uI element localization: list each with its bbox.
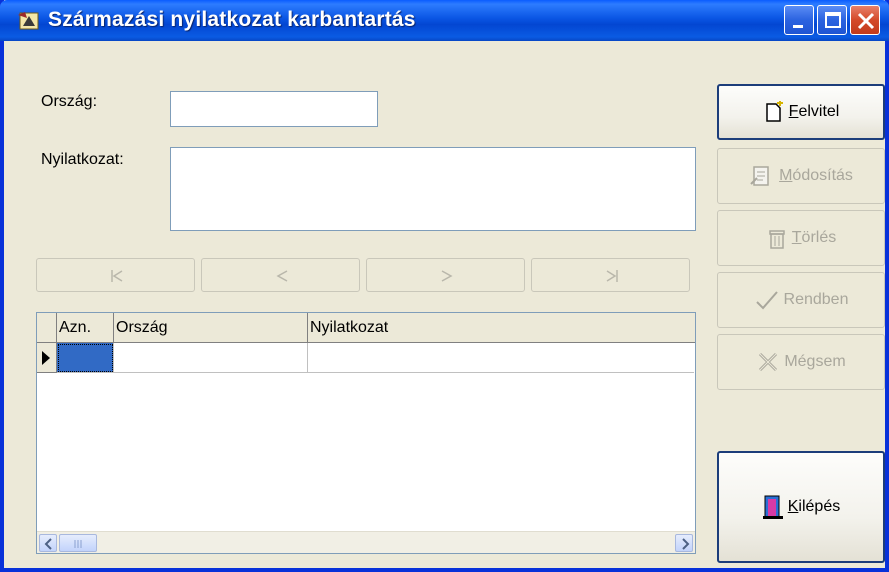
- maximize-icon: [825, 12, 841, 28]
- chevron-left-icon: [44, 538, 52, 550]
- felvitel-label: elvitel: [798, 103, 840, 120]
- megsem-label: Mégsem: [784, 353, 846, 370]
- indicator-header: [37, 313, 57, 343]
- next-record-icon: [441, 270, 453, 282]
- declaration-label: Nyilatkozat:: [41, 151, 124, 168]
- column-header-azn[interactable]: Azn.: [57, 313, 114, 343]
- kilepes-accel: K: [787, 498, 799, 515]
- last-record-button[interactable]: [531, 258, 690, 292]
- column-header-nyilatkozat[interactable]: Nyilatkozat: [308, 313, 694, 343]
- grid-cell-nyilatkozat[interactable]: [308, 343, 694, 373]
- grid-cell-azn[interactable]: [57, 343, 114, 373]
- checkmark-icon: [755, 291, 778, 310]
- kilepes-button[interactable]: Kilépés: [717, 451, 885, 563]
- last-record-icon: [606, 270, 618, 282]
- scroll-left-button[interactable]: [39, 534, 57, 552]
- modositas-button[interactable]: Módosítás: [717, 148, 885, 204]
- close-icon: [857, 12, 875, 30]
- scroll-right-button[interactable]: [675, 534, 693, 552]
- edit-document-icon: [750, 166, 769, 186]
- grip-icon: [74, 540, 82, 548]
- current-row-arrow-icon: [42, 351, 50, 365]
- megsem-button[interactable]: Mégsem: [717, 334, 885, 390]
- kilepes-label: ilépés: [798, 498, 841, 515]
- first-record-icon: [111, 270, 123, 282]
- window-title: Származási nyilatkozat karbantartás: [48, 8, 416, 31]
- country-input[interactable]: [170, 91, 378, 127]
- torles-label: örlés: [801, 229, 837, 246]
- grid-cell-orszag[interactable]: [114, 343, 308, 373]
- new-document-icon: [765, 101, 783, 122]
- next-record-button[interactable]: [366, 258, 525, 292]
- prior-record-icon: [276, 270, 288, 282]
- first-record-button[interactable]: [36, 258, 195, 292]
- exit-door-icon: [762, 495, 783, 519]
- maximize-button[interactable]: [817, 5, 847, 35]
- title-bar[interactable]: Származási nyilatkozat karbantartás: [0, 0, 889, 41]
- torles-accel: T: [791, 229, 802, 246]
- prior-record-button[interactable]: [201, 258, 360, 292]
- declaration-textarea[interactable]: [170, 147, 696, 231]
- row-indicator[interactable]: [37, 343, 57, 373]
- modositas-accel: M: [779, 167, 793, 184]
- main-window: Származási nyilatkozat karbantartás Orsz…: [0, 0, 889, 572]
- modositas-label: ódosítás: [792, 167, 853, 184]
- records-grid[interactable]: Azn. Ország Nyilatkozat: [36, 312, 696, 554]
- column-header-orszag[interactable]: Ország: [114, 313, 308, 343]
- torles-button[interactable]: Törlés: [717, 210, 885, 266]
- horizontal-scrollbar[interactable]: [37, 531, 695, 553]
- rendben-button[interactable]: Rendben: [717, 272, 885, 328]
- grid-header: Azn. Ország Nyilatkozat: [37, 313, 695, 343]
- felvitel-accel: F: [788, 103, 799, 120]
- x-icon: [759, 352, 778, 372]
- minimize-icon: [793, 25, 803, 28]
- app-icon: [18, 12, 39, 30]
- trash-icon: [769, 230, 785, 249]
- chevron-right-icon: [682, 538, 690, 550]
- minimize-button[interactable]: [784, 5, 814, 35]
- country-label: Ország:: [41, 93, 98, 110]
- rendben-label: Rendben: [783, 291, 849, 308]
- felvitel-button[interactable]: Felvitel: [717, 84, 885, 140]
- scroll-thumb[interactable]: [59, 534, 97, 552]
- close-button[interactable]: [850, 5, 880, 35]
